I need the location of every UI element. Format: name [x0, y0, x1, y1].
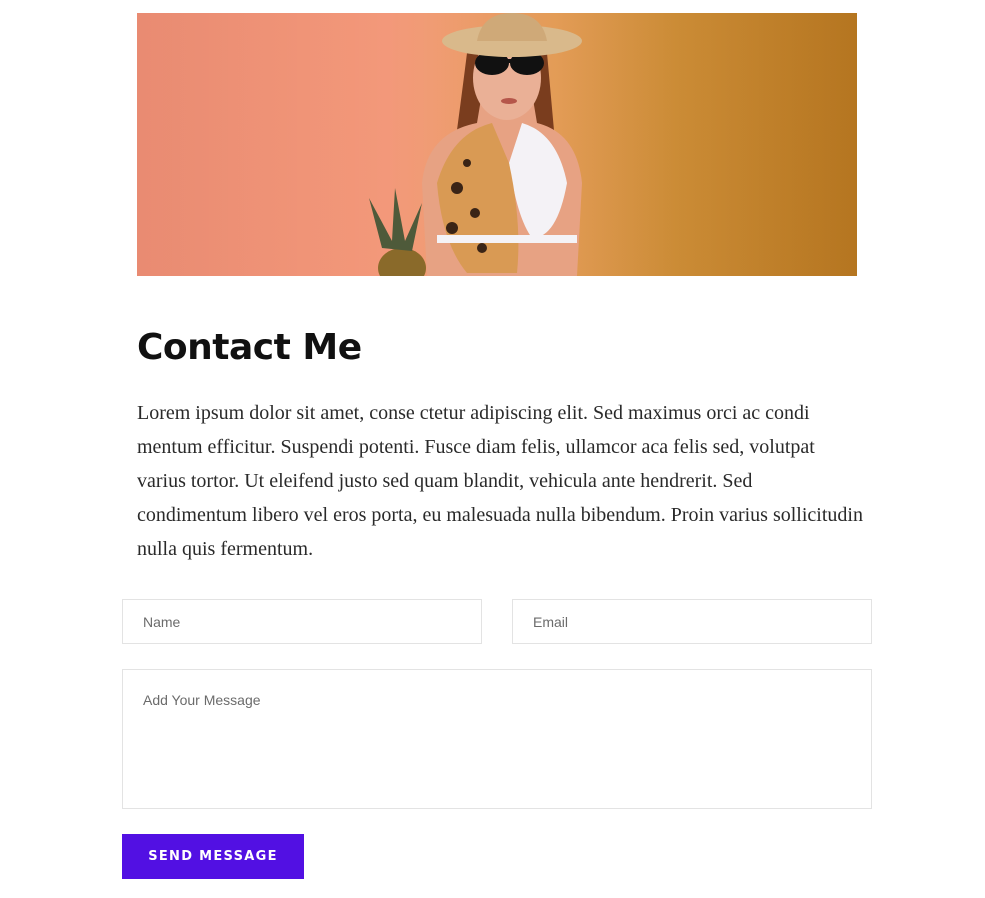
name-input[interactable] [122, 599, 482, 644]
email-input[interactable] [512, 599, 872, 644]
message-textarea[interactable] [122, 669, 872, 809]
page-title: Contact Me [137, 327, 362, 368]
send-message-button[interactable]: SEND MESSAGE [122, 834, 304, 879]
hero-image [137, 13, 857, 276]
intro-paragraph: Lorem ipsum dolor sit amet, conse ctetur… [137, 402, 863, 560]
